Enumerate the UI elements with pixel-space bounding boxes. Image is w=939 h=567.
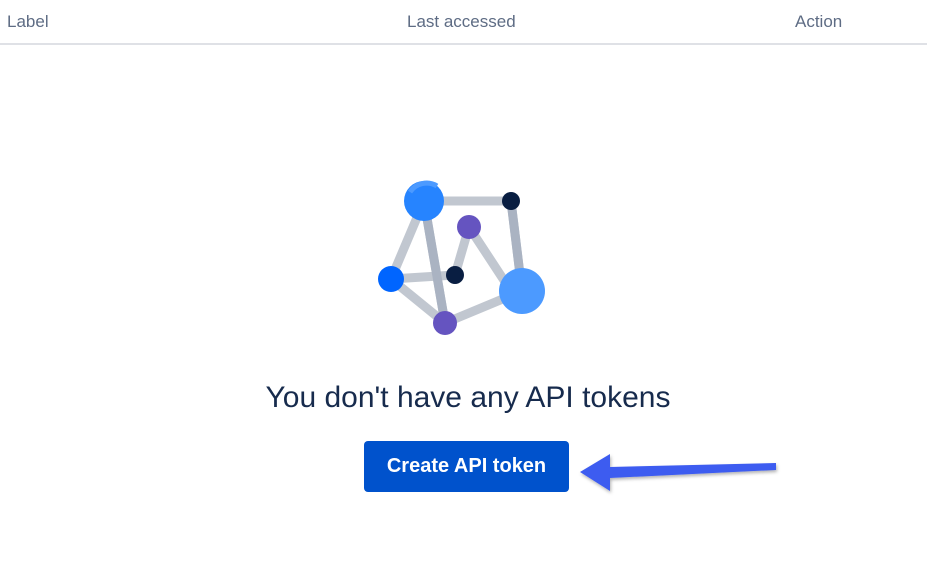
table-header: Label Last accessed Action bbox=[0, 0, 927, 45]
arrow-pointer-icon bbox=[570, 440, 790, 500]
column-header-action: Action bbox=[795, 12, 843, 31]
empty-state-title: You don't have any API tokens bbox=[265, 381, 671, 414]
column-header-label: Label bbox=[7, 12, 49, 31]
network-graph-illustration bbox=[365, 170, 565, 350]
column-header-last-accessed: Last accessed bbox=[407, 12, 516, 31]
create-api-token-button[interactable]: Create API token bbox=[364, 441, 569, 492]
